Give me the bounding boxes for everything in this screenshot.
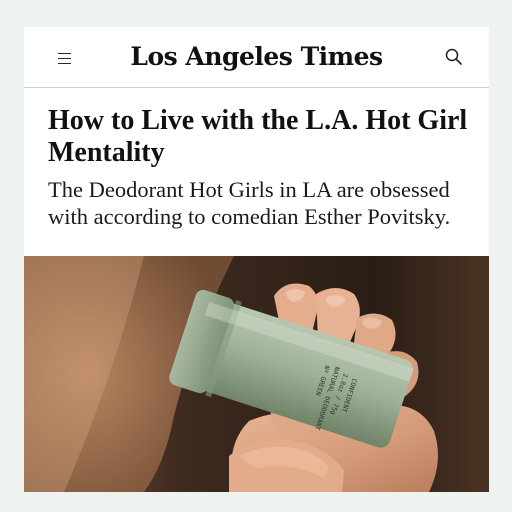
top-navigation-bar: Los Angeles Times (24, 27, 489, 88)
article-headline[interactable]: How to Live with the L.A. Hot Girl Menta… (48, 105, 478, 169)
article-hero-image[interactable]: Nº GREEN NATURAL DEODORANT 2.8oz / 75g C… (24, 256, 489, 492)
search-icon (445, 48, 462, 65)
search-button[interactable] (443, 46, 465, 68)
article-subheadline: The Deodorant Hot Girls in LA are obsess… (48, 177, 451, 229)
hand-holding-deodorant-photo: Nº GREEN NATURAL DEODORANT 2.8oz / 75g C… (24, 256, 489, 492)
site-logo[interactable]: Los Angeles Times (24, 42, 489, 72)
article-card: Los Angeles Times How to Live with the L… (24, 27, 489, 492)
